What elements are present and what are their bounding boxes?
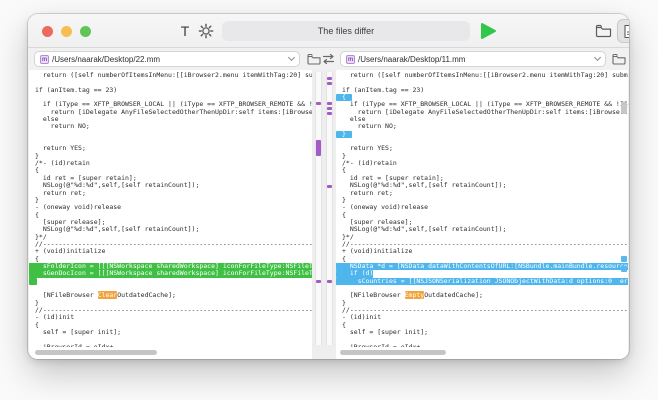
right-code: return ([self numberOfItemsInMenu:[[iBro… [336, 72, 628, 347]
code-line: NSLog(@"%d:%d",self,[self retainCount]); [35, 225, 200, 234]
code-line: } [336, 130, 628, 139]
change-marker [327, 102, 332, 105]
code-line: return [iDelegate AnyFileSelectedOtherTh… [342, 107, 628, 116]
code-line: [NFileBrowser EmptyOutdatedCache]; [342, 291, 483, 300]
left-code-pane[interactable]: return ([self numberOfItemsInMenu:[[iBro… [29, 70, 312, 359]
change-marker [621, 102, 627, 114]
code-line: return [iDelegate AnyFileSelectedOtherTh… [35, 107, 312, 116]
right-file-path: /Users/naarak/Desktop/11.mm [358, 54, 466, 64]
code-line: - (id)init [342, 313, 382, 322]
chevron-down-icon[interactable] [287, 53, 296, 62]
change-marker [316, 102, 321, 105]
right-horizontal-scrollbar[interactable] [340, 350, 446, 355]
status-field: The files differ [222, 21, 470, 41]
code-line: return ([self numberOfItemsInMenu:[[iBro… [342, 72, 628, 79]
change-marker [316, 140, 321, 156]
objc-file-icon: m [346, 54, 355, 64]
diff-content: return ([self numberOfItemsInMenu:[[iBro… [28, 70, 629, 359]
change-marker [621, 256, 627, 262]
diff-app-window: T The files differ m /Users/naarak/Deskt… [28, 14, 629, 359]
left-code: return ([self numberOfItemsInMenu:[[iBro… [29, 72, 312, 347]
change-marker [327, 185, 332, 188]
code-line: return NO; [35, 122, 90, 131]
code-line: sCountries = [[NSJSONSerialization JSONO… [336, 277, 628, 285]
changed-token: Clear [97, 291, 118, 300]
code-line: self = [super init]; [342, 328, 429, 337]
change-marker [621, 266, 627, 272]
change-marker [327, 82, 332, 85]
text-mode-button[interactable]: T [177, 22, 193, 40]
change-marker [316, 280, 321, 283]
left-file-path-input[interactable]: m /Users/naarak/Desktop/22.mm [34, 51, 300, 67]
swap-files-icon[interactable] [322, 53, 335, 65]
code-line: - (oneway void)release [35, 203, 122, 212]
left-browse-folder-button[interactable] [307, 53, 321, 65]
change-marker [327, 112, 332, 115]
close-button[interactable] [42, 26, 53, 37]
code-line: return YES; [342, 144, 393, 153]
toolbar: T The files differ [28, 14, 629, 48]
code-line: return ret; [35, 188, 86, 197]
left-change-strip [315, 72, 322, 345]
code-line: [NFileBrowser ClearOutdatedCache]; [35, 291, 176, 300]
code-line: sGenDocIcon = [[[NSWorkspace sharedWorks… [29, 269, 312, 278]
code-line: if (anItem.tag == 23) [342, 85, 425, 94]
code-line: self = [super init]; [35, 328, 122, 337]
open-folder-button[interactable] [595, 23, 612, 38]
code-line: iBrowserId = oIdx+ [35, 342, 114, 347]
chevron-down-icon[interactable] [593, 53, 602, 62]
right-file-path-input[interactable]: m /Users/naarak/Desktop/11.mm [340, 51, 606, 67]
document-icon [623, 24, 629, 39]
code-line: return NO; [342, 122, 397, 131]
change-marker [327, 107, 332, 110]
left-horizontal-scrollbar[interactable] [35, 350, 157, 355]
code-line: /*- (id)retain [342, 159, 397, 168]
code-line: /*- (id)retain [35, 159, 90, 168]
gear-icon[interactable] [198, 23, 214, 39]
code-line [29, 277, 312, 285]
run-compare-button[interactable] [479, 22, 497, 40]
right-browse-folder-button[interactable] [612, 53, 626, 65]
objc-file-icon: m [40, 54, 49, 64]
document-view-button[interactable] [617, 19, 629, 43]
pane-headers: m /Users/naarak/Desktop/22.mm m /Users/n… [28, 48, 629, 70]
code-line: return YES; [35, 144, 86, 153]
code-line: if (anItem.tag == 23) [35, 85, 118, 94]
code-line: iBrowserId = oIdx+ [342, 342, 421, 347]
code-line: //--------------------------------------… [35, 306, 312, 314]
change-map-gutter [312, 70, 336, 359]
change-marker [327, 280, 332, 283]
minimize-button[interactable] [61, 26, 72, 37]
code-line: - (id)init [35, 313, 75, 322]
code-line: NSLog(@"%d:%d",self,[self retainCount]); [342, 225, 507, 234]
right-overview-ruler [621, 72, 627, 345]
code-line: return ([self numberOfItemsInMenu:[[iBro… [35, 72, 312, 79]
left-file-path: /Users/naarak/Desktop/22.mm [52, 54, 161, 64]
right-change-strip [326, 72, 333, 345]
code-line: //--------------------------------------… [342, 306, 628, 314]
changed-token: Empty [404, 291, 425, 300]
right-code-pane[interactable]: return ([self numberOfItemsInMenu:[[iBro… [336, 70, 628, 359]
change-marker [327, 77, 332, 80]
zoom-button[interactable] [80, 26, 91, 37]
code-line: - (oneway void)release [342, 203, 429, 212]
code-line: NSData *d = [NSData dataWithContentsOfUR… [336, 262, 628, 271]
traffic-lights [42, 26, 91, 37]
code-line: + (void)initialize [35, 247, 106, 256]
code-line: return ret; [342, 188, 393, 197]
code-line: + (void)initialize [342, 247, 413, 256]
